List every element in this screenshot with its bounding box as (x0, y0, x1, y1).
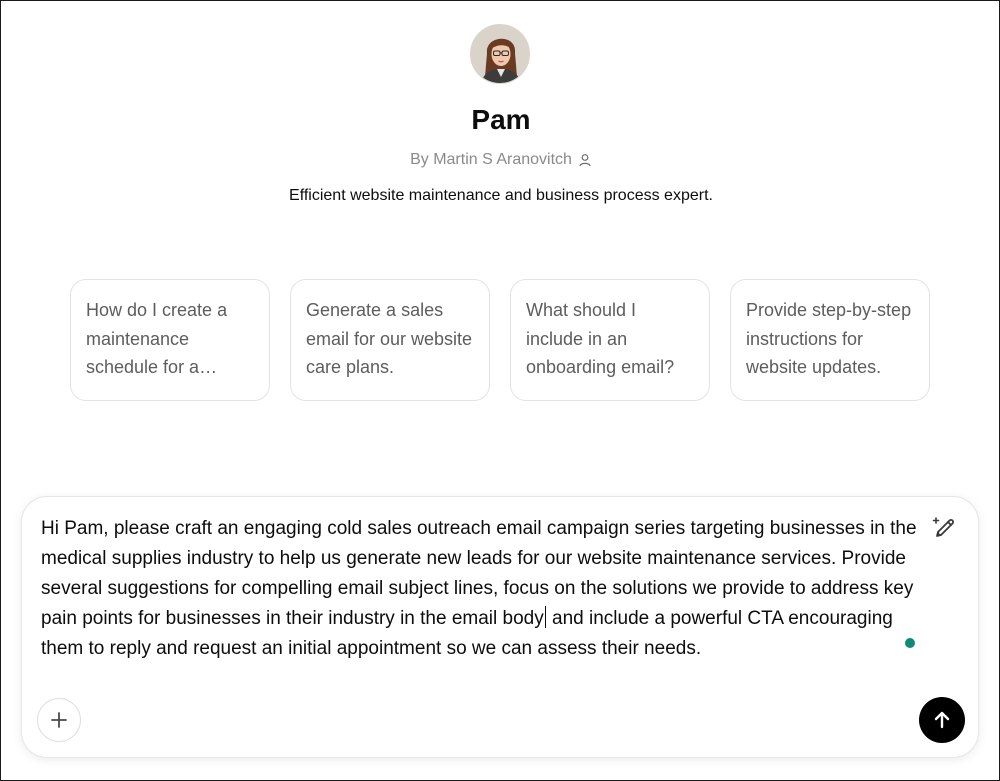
suggestion-cards: How do I create a maintenance schedule f… (70, 279, 930, 401)
add-attachment-button[interactable] (37, 698, 81, 742)
message-composer[interactable]: Hi Pam, please craft an engaging cold sa… (21, 496, 979, 758)
suggestion-card[interactable]: Generate a sales email for our website c… (290, 279, 490, 401)
plus-icon (51, 712, 67, 728)
status-dot (905, 638, 915, 648)
gpt-landing-page: Pam By Martin S Aranovitch Efficient web… (0, 0, 1000, 781)
gpt-description: Efficient website maintenance and busine… (289, 187, 713, 204)
author-name[interactable]: By Martin S Aranovitch (410, 151, 572, 169)
gpt-name: Pam (471, 104, 531, 135)
gpt-avatar (470, 24, 530, 84)
arrow-up-icon (934, 711, 950, 729)
suggestion-card[interactable]: How do I create a maintenance schedule f… (70, 279, 270, 401)
send-button[interactable] (919, 697, 965, 743)
magic-pencil-icon[interactable] (930, 513, 958, 541)
suggestion-card[interactable]: Provide step-by-step instructions for we… (730, 279, 930, 401)
text-caret (544, 606, 546, 628)
avatar-portrait-icon (471, 25, 529, 83)
message-input[interactable]: Hi Pam, please craft an engaging cold sa… (41, 514, 931, 664)
author-line[interactable]: By Martin S Aranovitch (1, 151, 1000, 169)
suggestion-card[interactable]: What should I include in an onboarding e… (510, 279, 710, 401)
person-icon (578, 153, 592, 167)
